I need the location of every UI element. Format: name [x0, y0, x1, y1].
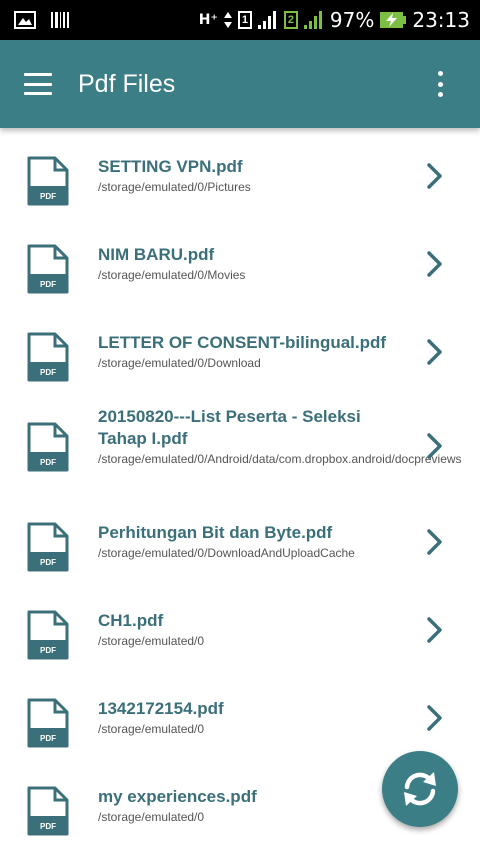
file-name: SETTING VPN.pdf	[98, 157, 243, 176]
pdf-file-icon: PDF	[27, 786, 69, 836]
app-bar: Pdf Files	[0, 40, 480, 128]
sim2-badge: 2	[283, 11, 298, 29]
list-item[interactable]: PDF Perhitungan Bit dan Byte.pdf /storag…	[0, 514, 480, 584]
battery-charging-icon	[380, 12, 407, 28]
clock: 23:13	[412, 8, 470, 32]
barcode-icon	[51, 12, 69, 28]
chevron-right-icon[interactable]	[424, 162, 444, 190]
file-name: NIM BARU.pdf	[98, 245, 215, 264]
data-arrows-icon	[223, 12, 232, 28]
file-name: 20150820---List Peserta - Seleksi Tahap …	[98, 407, 361, 448]
pdf-file-icon: PDF	[27, 610, 69, 660]
file-path: /storage/emulated/0/Pictures	[98, 180, 251, 194]
chevron-right-icon[interactable]	[424, 338, 444, 366]
svg-text:PDF: PDF	[40, 558, 56, 567]
pdf-file-icon: PDF	[27, 332, 69, 382]
list-item[interactable]: PDF 1342172154.pdf /storage/emulated/0	[0, 690, 480, 760]
pdf-file-icon: PDF	[27, 156, 69, 206]
status-bar: H⁺ 1 2 97% 23:13	[0, 0, 480, 40]
svg-text:PDF: PDF	[40, 734, 56, 743]
pdf-file-icon: PDF	[27, 522, 69, 572]
chevron-right-icon[interactable]	[424, 250, 444, 278]
file-path: /storage/emulated/0	[98, 634, 205, 648]
file-path: /storage/emulated/0/DownloadAndUploadCac…	[98, 546, 355, 560]
svg-text:PDF: PDF	[40, 458, 56, 467]
chevron-right-icon[interactable]	[424, 616, 444, 644]
file-path: /storage/emulated/0/Android/data/com.dro…	[98, 452, 462, 466]
list-item[interactable]: PDF NIM BARU.pdf /storage/emulated/0/Mov…	[0, 236, 480, 306]
signal-icon	[257, 11, 276, 29]
chevron-right-icon[interactable]	[424, 432, 444, 460]
pdf-file-icon: PDF	[27, 698, 69, 748]
svg-text:PDF: PDF	[40, 368, 56, 377]
file-name: CH1.pdf	[98, 611, 164, 630]
svg-text:PDF: PDF	[40, 646, 56, 655]
sim1-badge: 1	[237, 11, 252, 29]
pdf-file-icon: PDF	[27, 244, 69, 294]
menu-icon[interactable]	[24, 73, 52, 95]
list-item[interactable]: PDF LETTER OF CONSENT-bilingual.pdf /sto…	[0, 324, 480, 394]
file-name: Perhitungan Bit dan Byte.pdf	[98, 523, 333, 542]
file-path: /storage/emulated/0/Movies	[98, 268, 246, 282]
list-item[interactable]: PDF SETTING VPN.pdf /storage/emulated/0/…	[0, 148, 480, 218]
signal-icon	[303, 11, 322, 29]
pdf-file-icon: PDF	[27, 422, 69, 472]
file-name: LETTER OF CONSENT-bilingual.pdf	[98, 333, 387, 352]
file-name: 1342172154.pdf	[98, 699, 224, 718]
svg-text:PDF: PDF	[40, 822, 56, 831]
gallery-icon	[14, 11, 36, 29]
svg-text:PDF: PDF	[40, 280, 56, 289]
chevron-right-icon[interactable]	[424, 704, 444, 732]
battery-percent: 97%	[329, 8, 375, 32]
network-type: H⁺	[198, 12, 218, 28]
page-title: Pdf Files	[78, 69, 176, 98]
list-item[interactable]: PDF CH1.pdf /storage/emulated/0	[0, 602, 480, 672]
file-path: /storage/emulated/0	[98, 810, 205, 824]
list-item[interactable]: PDF 20150820---List Peserta - Seleksi Ta…	[0, 406, 480, 496]
svg-text:PDF: PDF	[40, 192, 56, 201]
file-name: my experiences.pdf	[98, 787, 257, 806]
chevron-right-icon[interactable]	[424, 528, 444, 556]
refresh-button[interactable]	[382, 751, 458, 827]
refresh-icon	[404, 772, 436, 806]
file-path: /storage/emulated/0/Download	[98, 356, 261, 370]
file-path: /storage/emulated/0	[98, 722, 205, 736]
overflow-icon[interactable]	[438, 71, 444, 97]
